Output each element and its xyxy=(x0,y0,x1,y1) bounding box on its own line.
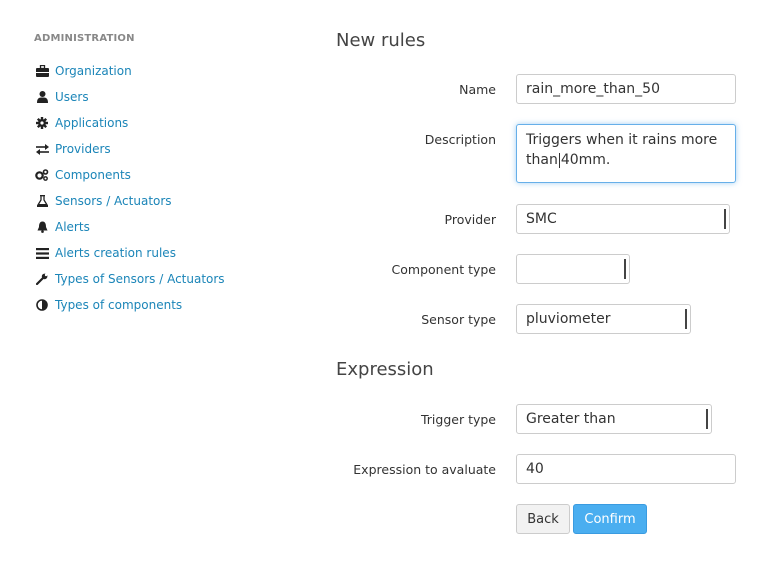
description-textarea[interactable]: Triggers when it rains more than 40mm. xyxy=(516,124,736,183)
flask-icon xyxy=(35,194,49,208)
name-input-value: rain_more_than_50 xyxy=(526,81,660,97)
dropdown-handle-icon xyxy=(705,409,708,429)
sidebar-item-label: Components xyxy=(55,168,131,182)
sidebar-item-users[interactable]: Users xyxy=(34,84,274,110)
half-circle-icon xyxy=(35,298,49,312)
sensor-type-select[interactable]: pluviometer xyxy=(516,304,691,334)
trigger-type-select[interactable]: Greater than xyxy=(516,404,712,434)
bell-icon xyxy=(35,220,49,234)
section-title-new-rules: New rules xyxy=(336,30,426,51)
sidebar-item-organization[interactable]: Organization xyxy=(34,58,274,84)
expression-input-value: 40 xyxy=(526,461,544,477)
sidebar-item-label: Types of components xyxy=(55,298,183,312)
provider-label: Provider xyxy=(444,212,496,227)
text-caret xyxy=(558,152,560,168)
name-label: Name xyxy=(459,82,496,97)
sidebar-item-components[interactable]: Components xyxy=(34,162,274,188)
sidebar-item-types-of-sensors[interactable]: Types of Sensors / Actuators xyxy=(34,266,274,292)
sidebar-item-label: Types of Sensors / Actuators xyxy=(55,272,225,286)
dropdown-handle-icon xyxy=(684,309,687,329)
provider-select[interactable]: SMC xyxy=(516,204,730,234)
sidebar-item-label: Sensors / Actuators xyxy=(55,194,172,208)
sidebar-item-types-of-components[interactable]: Types of components xyxy=(34,292,274,318)
sidebar-item-label: Alerts creation rules xyxy=(55,246,176,260)
sensor-type-label: Sensor type xyxy=(421,312,496,327)
briefcase-icon xyxy=(35,64,49,78)
provider-select-value: SMC xyxy=(526,211,557,227)
back-button[interactable]: Back xyxy=(516,504,570,534)
admin-sidebar: ADMINISTRATION Organization Users Applic… xyxy=(34,32,274,318)
wrench-icon xyxy=(35,272,49,286)
sidebar-item-sensors-actuators[interactable]: Sensors / Actuators xyxy=(34,188,274,214)
expression-label: Expression to avaluate xyxy=(353,462,496,477)
trigger-type-label: Trigger type xyxy=(420,412,496,427)
user-icon xyxy=(35,90,49,104)
dropdown-handle-icon xyxy=(723,209,726,229)
sidebar-item-label: Providers xyxy=(55,142,111,156)
sidebar-item-applications[interactable]: Applications xyxy=(34,110,274,136)
sidebar-item-label: Alerts xyxy=(55,220,90,234)
trigger-type-select-value: Greater than xyxy=(526,411,616,427)
description-line-2: than 40mm. xyxy=(526,152,611,168)
gear-icon xyxy=(35,116,49,130)
sidebar-item-label: Applications xyxy=(55,116,129,130)
section-title-expression: Expression xyxy=(336,359,434,380)
sidebar-item-alerts[interactable]: Alerts xyxy=(34,214,274,240)
component-type-label: Component type xyxy=(391,262,496,277)
description-line-1: Triggers when it rains more xyxy=(526,132,718,148)
sidebar-item-alerts-creation-rules[interactable]: Alerts creation rules xyxy=(34,240,274,266)
sidebar-item-label: Organization xyxy=(55,64,132,78)
exchange-arrows-icon xyxy=(35,142,49,156)
gears-icon xyxy=(35,168,49,182)
component-type-select[interactable] xyxy=(516,254,630,284)
sidebar-heading: ADMINISTRATION xyxy=(34,33,135,44)
sidebar-item-providers[interactable]: Providers xyxy=(34,136,274,162)
name-input[interactable]: rain_more_than_50 xyxy=(516,74,736,104)
list-icon xyxy=(35,246,49,260)
expression-input[interactable]: 40 xyxy=(516,454,736,484)
dropdown-handle-icon xyxy=(623,259,626,279)
sensor-type-select-value: pluviometer xyxy=(526,311,611,327)
description-label: Description xyxy=(424,132,496,147)
confirm-button[interactable]: Confirm xyxy=(573,504,647,534)
sidebar-item-label: Users xyxy=(55,90,89,104)
